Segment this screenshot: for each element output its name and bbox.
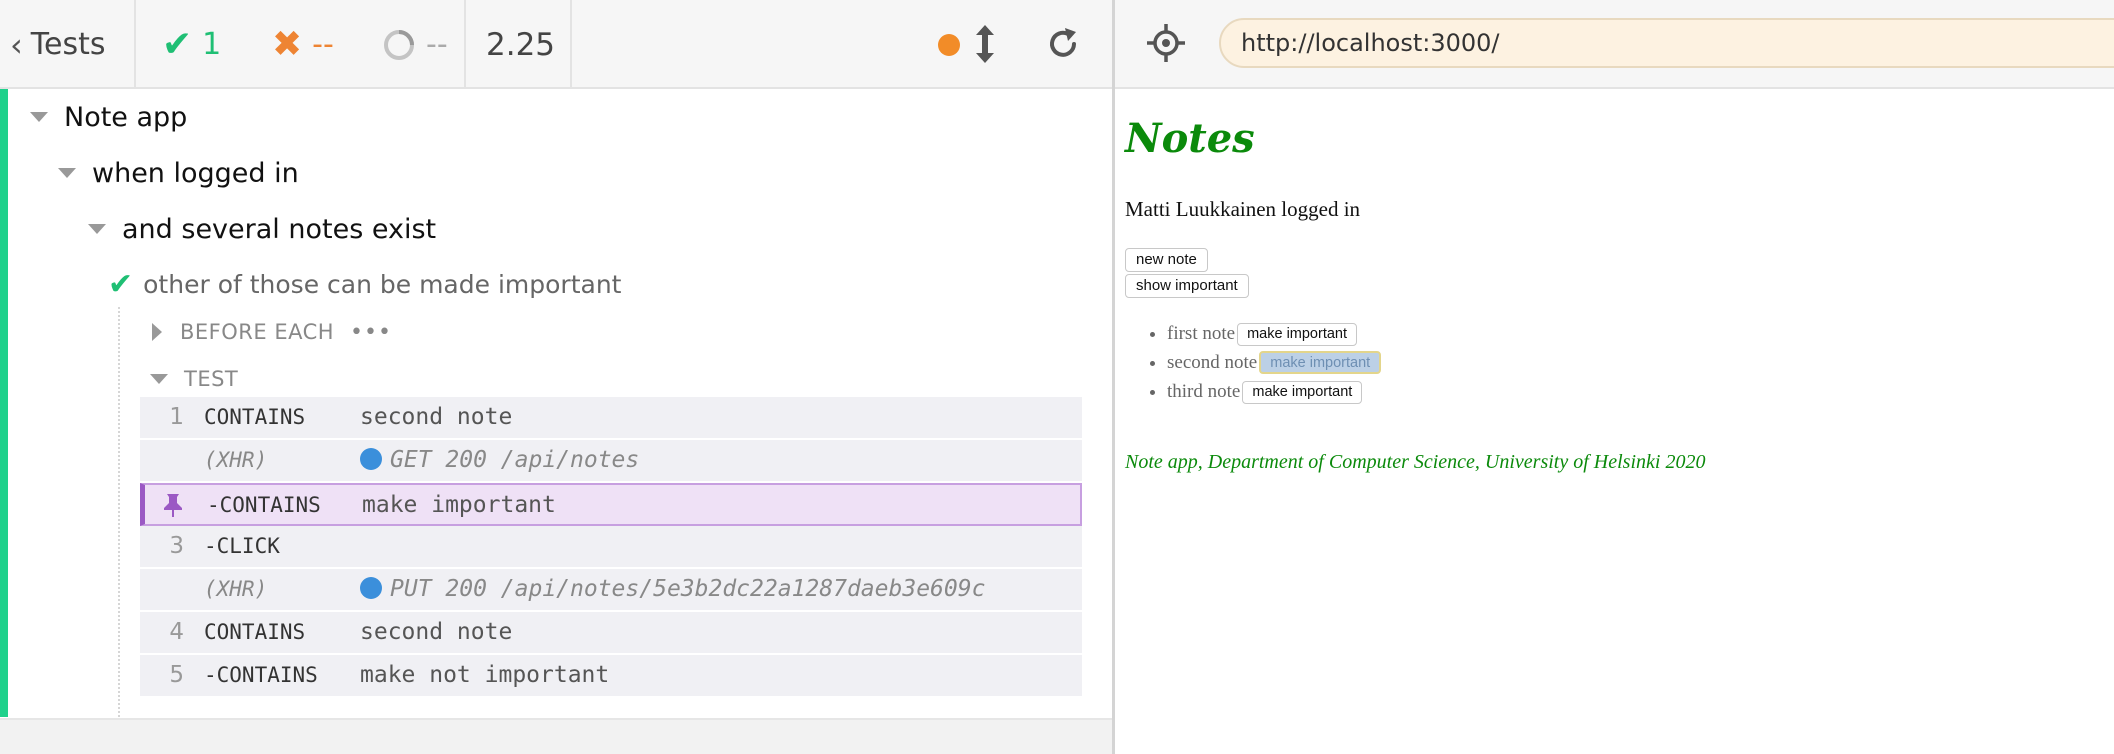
header-divider bbox=[570, 0, 572, 89]
xhr-indicator-icon bbox=[360, 577, 382, 599]
logged-in-text: Matti Luukkainen logged in bbox=[1125, 197, 1361, 221]
list-item: first notemake important bbox=[1167, 319, 1381, 348]
command-name: -CONTAINS bbox=[204, 663, 318, 687]
header-divider bbox=[134, 0, 136, 89]
hook-before-each[interactable]: BEFORE EACH ••• bbox=[152, 312, 392, 352]
command-row-xhr[interactable]: (XHR) GET 200 /api/notes bbox=[140, 440, 1082, 483]
command-name: -CLICK bbox=[204, 534, 280, 558]
list-item: second notemake important bbox=[1167, 348, 1382, 377]
reporter-panel: ‹ Tests ✔ 1 ✖ -- -- 2.25 Note app when l… bbox=[0, 0, 1112, 754]
pending-count-value: -- bbox=[426, 27, 448, 62]
command-row[interactable]: 4 CONTAINS second note bbox=[140, 612, 1082, 655]
xhr-indicator-icon bbox=[360, 448, 382, 470]
reporter-footer-bar bbox=[0, 718, 1112, 754]
check-icon: ✔ bbox=[108, 266, 134, 302]
passed-count[interactable]: ✔ 1 bbox=[162, 0, 221, 89]
command-number: 1 bbox=[169, 404, 184, 430]
command-message: second note bbox=[360, 404, 513, 430]
tests-label: Tests bbox=[30, 27, 106, 62]
test-title: other of those can be made important bbox=[143, 269, 622, 299]
note-content: first note bbox=[1167, 323, 1236, 344]
command-message: make important bbox=[362, 492, 556, 518]
command-row-pinned[interactable]: -CONTAINS make important bbox=[140, 483, 1082, 526]
x-icon: ✖ bbox=[272, 24, 303, 65]
command-row[interactable]: 1 CONTAINS second note bbox=[140, 397, 1082, 440]
hook-title: BEFORE EACH bbox=[180, 320, 335, 344]
passed-count-value: 1 bbox=[202, 27, 222, 62]
failed-count[interactable]: ✖ -- bbox=[272, 0, 334, 89]
suite-title: when logged in bbox=[92, 157, 299, 189]
caret-down-icon bbox=[88, 224, 106, 234]
url-field[interactable]: http://localhost:3000/ bbox=[1219, 18, 2114, 68]
header-divider bbox=[464, 0, 466, 89]
command-number: 3 bbox=[169, 533, 184, 559]
show-important-button[interactable]: show important bbox=[1125, 274, 1249, 298]
notes-list: first notemake important second notemake… bbox=[1167, 319, 1382, 406]
failed-count-value: -- bbox=[312, 27, 334, 62]
make-important-button-highlighted[interactable]: make important bbox=[1259, 351, 1382, 374]
command-row[interactable]: 3 -CLICK bbox=[140, 526, 1082, 569]
suite-title: and several notes exist bbox=[122, 213, 437, 245]
command-message: make not important bbox=[360, 662, 610, 688]
command-message: PUT 200 /api/notes/5e3b2dc22a1287daeb3e6… bbox=[390, 576, 986, 602]
make-important-button[interactable]: make important bbox=[1237, 323, 1358, 346]
reporter-header: ‹ Tests ✔ 1 ✖ -- -- 2.25 bbox=[0, 0, 1112, 89]
app-under-test-panel: http://localhost:3000/ Notes Matti Luukk… bbox=[1115, 0, 2114, 754]
command-number bbox=[140, 569, 184, 610]
chevron-left-icon: ‹ bbox=[10, 25, 23, 64]
command-name: CONTAINS bbox=[204, 405, 306, 429]
caret-right-icon bbox=[152, 323, 162, 341]
command-message-wrap: PUT 200 /api/notes/5e3b2dc22a1287daeb3e6… bbox=[360, 569, 985, 610]
caret-down-icon bbox=[30, 112, 48, 122]
command-name: (XHR) bbox=[204, 448, 268, 472]
more-icon[interactable]: ••• bbox=[350, 320, 392, 345]
suite-title: Note app bbox=[64, 101, 188, 133]
command-name: -CONTAINS bbox=[207, 493, 321, 517]
resize-arrows-icon[interactable] bbox=[972, 22, 998, 66]
suite-note-app[interactable]: Note app bbox=[30, 93, 187, 141]
pin-icon[interactable] bbox=[159, 491, 187, 519]
selector-playground-icon[interactable] bbox=[1145, 22, 1187, 64]
pending-circle-icon bbox=[384, 29, 414, 60]
command-message: GET 200 /api/notes bbox=[390, 447, 640, 473]
command-row[interactable]: 5 -CONTAINS make not important bbox=[140, 655, 1082, 698]
passed-accent-bar bbox=[0, 89, 8, 717]
make-important-button[interactable]: make important bbox=[1242, 381, 1363, 404]
command-number: 4 bbox=[169, 619, 184, 645]
new-note-button[interactable]: new note bbox=[1125, 248, 1208, 272]
run-status-dot bbox=[938, 34, 960, 56]
note-content: third note bbox=[1167, 381, 1241, 402]
suite-several-notes-exist[interactable]: and several notes exist bbox=[88, 205, 436, 253]
aut-url-bar: http://localhost:3000/ bbox=[1115, 0, 2114, 89]
reporter-runnables: Note app when logged in and several note… bbox=[0, 89, 1112, 754]
command-number bbox=[140, 440, 184, 481]
hook-test[interactable]: TEST bbox=[150, 359, 238, 399]
test-item[interactable]: ✔ other of those can be made important bbox=[108, 260, 621, 308]
reload-icon[interactable] bbox=[1044, 24, 1082, 64]
command-name: CONTAINS bbox=[204, 620, 306, 644]
hook-guide-line bbox=[118, 307, 120, 754]
hook-title: TEST bbox=[184, 367, 239, 391]
command-name: (XHR) bbox=[204, 577, 268, 601]
duration: 2.25 bbox=[486, 26, 556, 63]
caret-down-icon bbox=[58, 168, 76, 178]
note-content: second note bbox=[1167, 352, 1258, 373]
suite-when-logged-in[interactable]: when logged in bbox=[58, 149, 299, 197]
command-list: 1 CONTAINS second note (XHR) GET 200 /ap… bbox=[140, 397, 1082, 698]
caret-down-icon bbox=[150, 374, 168, 384]
command-number: 5 bbox=[169, 662, 184, 688]
command-message-wrap: GET 200 /api/notes bbox=[360, 440, 639, 481]
page-title: Notes bbox=[1125, 115, 1255, 162]
pending-count[interactable]: -- bbox=[382, 0, 448, 89]
command-message: second note bbox=[360, 619, 513, 645]
app-footer: Note app, Department of Computer Science… bbox=[1125, 451, 1706, 473]
list-item: third notemake important bbox=[1167, 377, 1381, 406]
command-row-xhr[interactable]: (XHR) PUT 200 /api/notes/5e3b2dc22a1287d… bbox=[140, 569, 1082, 612]
tests-back-button[interactable]: ‹ Tests bbox=[10, 0, 106, 89]
check-icon: ✔ bbox=[162, 24, 193, 65]
